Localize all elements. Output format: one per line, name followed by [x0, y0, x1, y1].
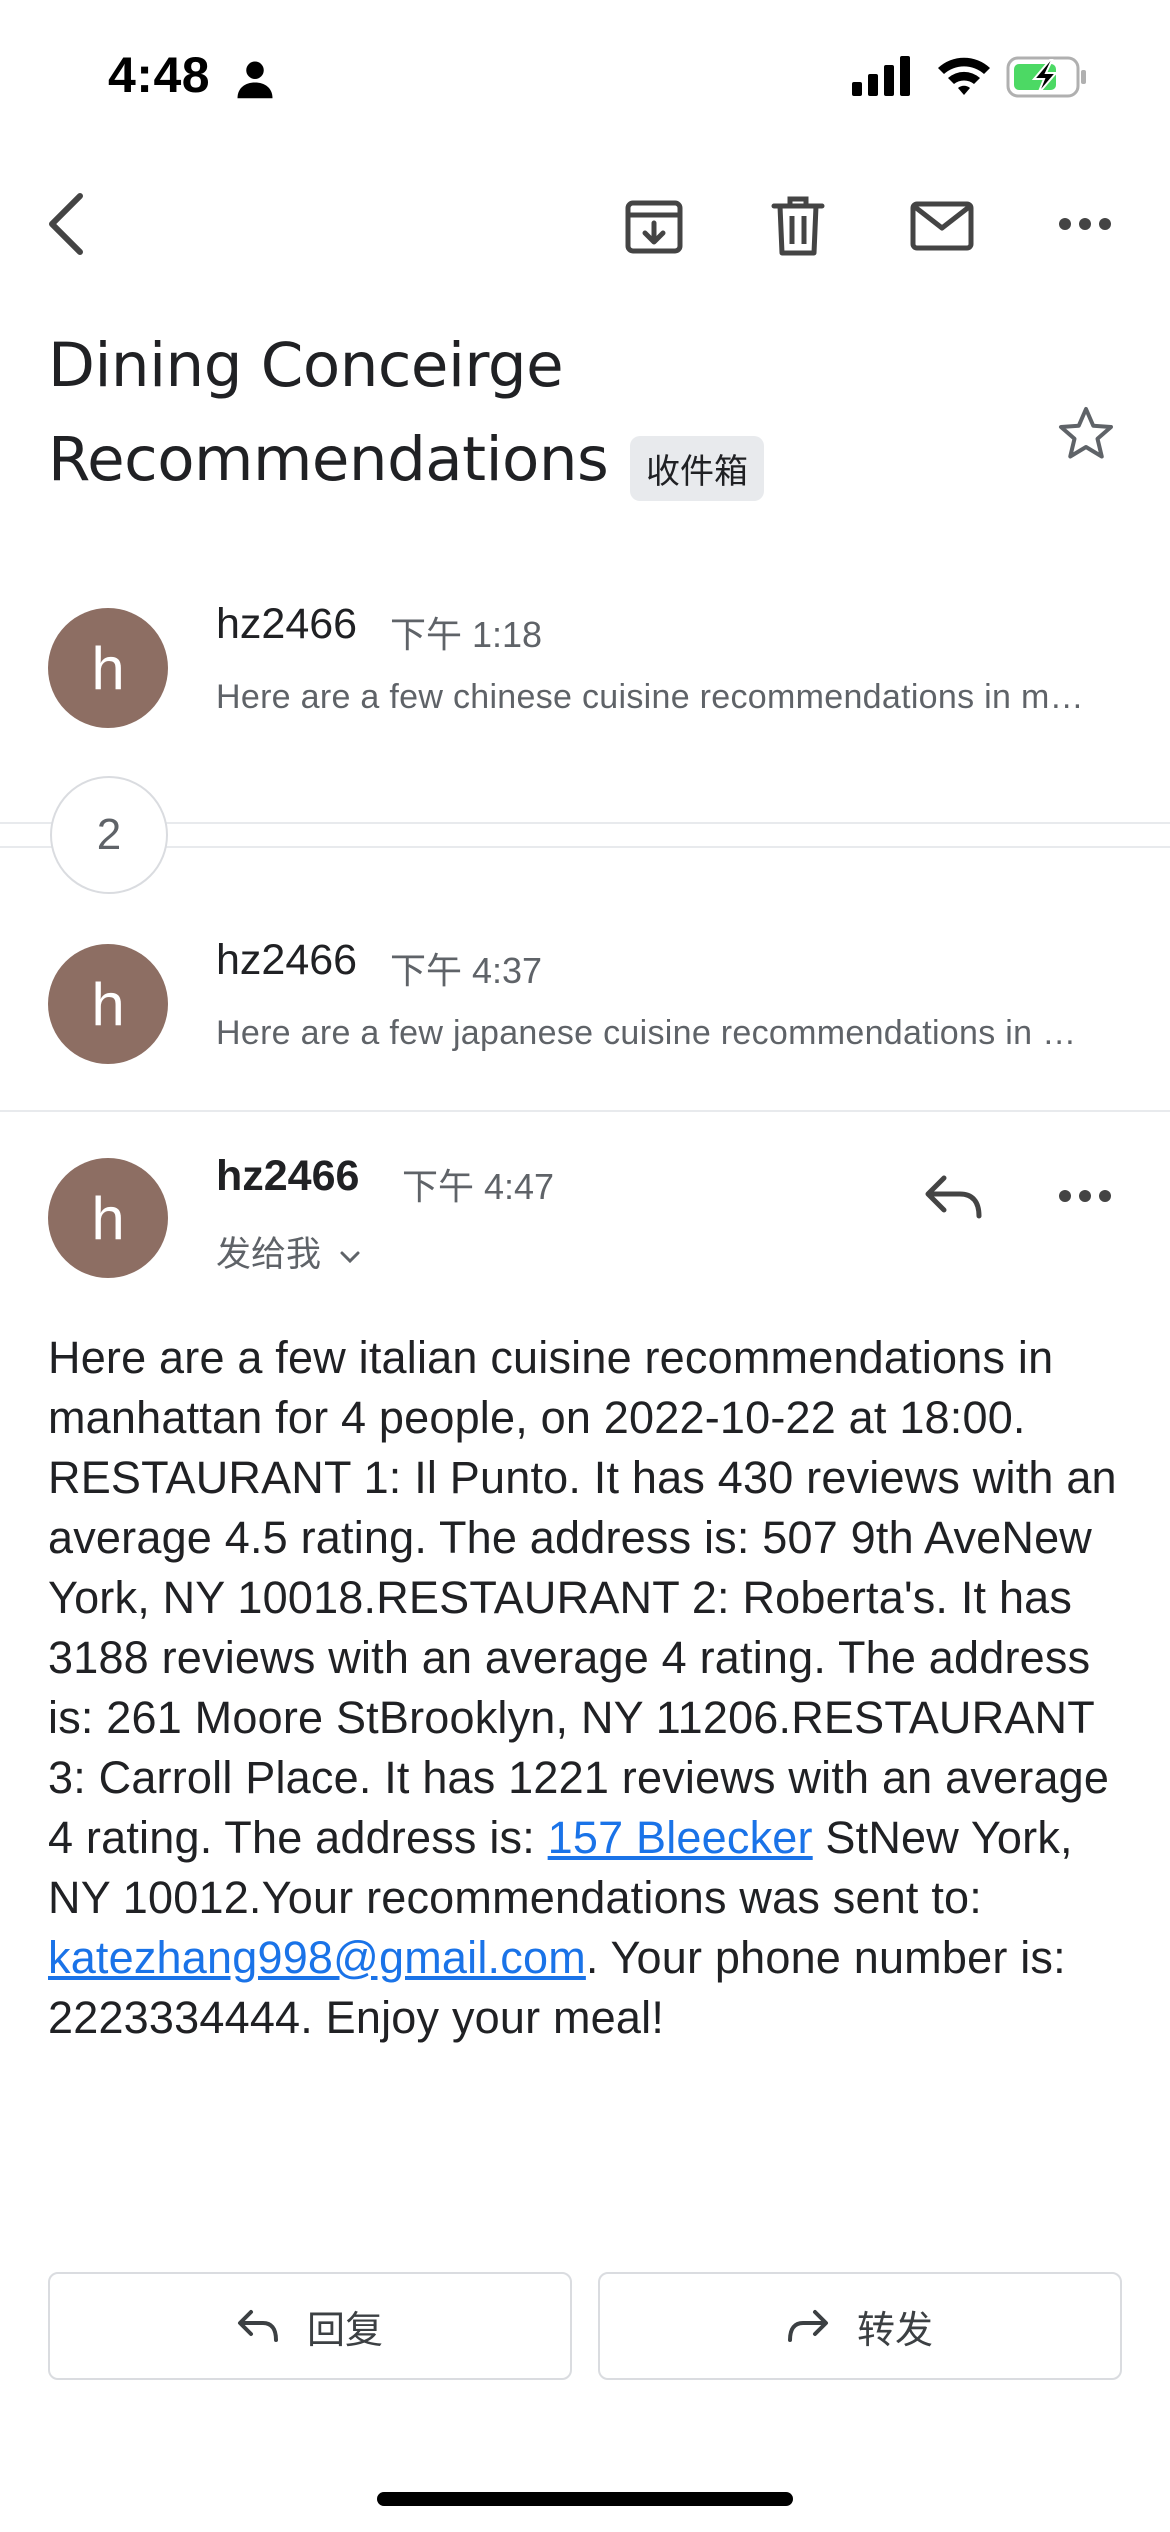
- back-button[interactable]: [34, 184, 98, 264]
- sender-name: hz2466: [216, 936, 358, 984]
- star-icon: [1059, 407, 1113, 459]
- reply-button-bottom[interactable]: 回复: [48, 2272, 572, 2380]
- subject-title: Dining Conceirge: [48, 330, 564, 401]
- recipient-label: 发给我: [216, 1235, 322, 1274]
- body-text: Here are a few italian cuisine recommend…: [48, 1332, 1117, 1863]
- reply-icon: [237, 2310, 278, 2342]
- star-button[interactable]: [1052, 400, 1120, 468]
- mark-unread-button[interactable]: [902, 188, 982, 264]
- avatar[interactable]: h: [48, 1158, 168, 1278]
- email-screen: 4:48 Dining Conceirge Recommendations 收件…: [0, 0, 1170, 2532]
- forward-label: 转发: [856, 2309, 933, 2352]
- avatar[interactable]: h: [48, 944, 168, 1064]
- more-icon: [1059, 1190, 1111, 1202]
- back-icon: [49, 193, 83, 255]
- avatar[interactable]: h: [48, 608, 168, 728]
- signal-icon: [852, 56, 914, 101]
- archive-button[interactable]: [616, 188, 692, 264]
- forward-button[interactable]: 转发: [598, 2272, 1122, 2380]
- divider: [0, 1110, 1170, 1112]
- reply-label: 回复: [306, 2309, 383, 2352]
- message-snippet: Here are a few chinese cuisine recommend…: [216, 678, 1096, 716]
- recipient-details-toggle[interactable]: 发给我: [216, 1226, 361, 1277]
- delete-icon: [771, 196, 825, 256]
- sender-name: hz2466: [216, 1152, 360, 1200]
- message-more-button[interactable]: [1050, 1166, 1120, 1226]
- status-time: 4:48: [108, 47, 211, 103]
- archive-icon: [625, 200, 683, 254]
- delete-button[interactable]: [760, 188, 836, 264]
- mail-icon: [910, 201, 974, 251]
- message-time: 下午 4:37: [390, 950, 543, 991]
- battery-charging-icon: [1006, 56, 1088, 103]
- sender-name: hz2466: [216, 600, 358, 648]
- home-indicator[interactable]: [377, 2492, 793, 2506]
- inbox-label-chip: 收件箱: [630, 436, 764, 501]
- wifi-icon: [936, 54, 992, 101]
- reply-icon: [925, 1175, 982, 1219]
- divider: [0, 846, 1170, 848]
- message-snippet: Here are a few japanese cuisine recommen…: [216, 1014, 1096, 1052]
- collapsed-messages-count[interactable]: 2: [50, 776, 168, 894]
- more-options-button[interactable]: [1050, 194, 1120, 254]
- more-icon: [1059, 218, 1111, 230]
- address-link[interactable]: 157 Bleecker: [548, 1812, 813, 1863]
- person-icon: [234, 58, 276, 105]
- message-time: 下午 4:47: [402, 1166, 555, 1207]
- message-time: 下午 1:18: [390, 614, 543, 655]
- message-body: Here are a few italian cuisine recommend…: [48, 1328, 1128, 2048]
- chevron-down-icon: [340, 1251, 360, 1263]
- subject-title-continued: Recommendations: [48, 424, 609, 495]
- email-link[interactable]: katezhang998@gmail.com: [48, 1932, 586, 1983]
- reply-button[interactable]: [914, 1162, 994, 1232]
- divider: [0, 822, 1170, 824]
- forward-icon: [787, 2310, 828, 2342]
